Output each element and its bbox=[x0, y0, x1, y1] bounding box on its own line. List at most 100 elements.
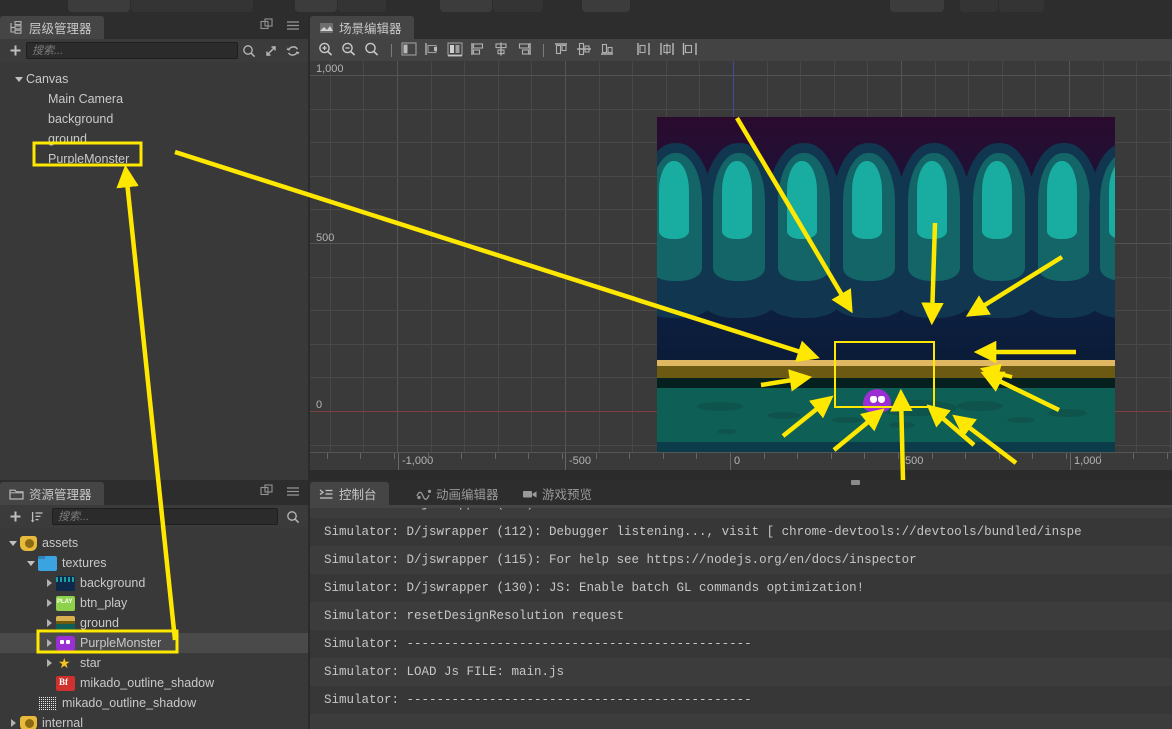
toolbar-button-partial[interactable] bbox=[338, 0, 386, 12]
ruler-tick-minor bbox=[999, 453, 1000, 459]
toolbar-button-partial[interactable] bbox=[493, 0, 543, 12]
tab-game-preview-label: 游戏预览 bbox=[542, 484, 592, 503]
align-middle-icon[interactable] bbox=[574, 41, 596, 59]
grid-line-vertical bbox=[1136, 61, 1137, 470]
tab-scene-editor[interactable]: 场景编辑器 bbox=[310, 16, 414, 39]
search-icon[interactable] bbox=[238, 40, 260, 61]
ground-blob bbox=[1047, 409, 1087, 417]
animation-icon bbox=[416, 487, 431, 501]
ruler-tick-minor bbox=[965, 453, 966, 459]
assets-item-ground[interactable]: ground bbox=[0, 613, 308, 633]
console-log-line[interactable]: Simulator: D/jswrapper (110): libav vers… bbox=[310, 508, 1172, 518]
chevron-right-icon[interactable] bbox=[42, 576, 56, 590]
tab-hierarchy[interactable]: 层级管理器 bbox=[0, 16, 104, 39]
hierarchy-item-ground[interactable]: ground bbox=[0, 129, 308, 149]
add-icon[interactable] bbox=[4, 506, 26, 527]
zoom-out-icon[interactable] bbox=[339, 41, 361, 59]
sort-icon[interactable] bbox=[26, 506, 48, 527]
assets-item-star[interactable]: ★star bbox=[0, 653, 308, 673]
tab-animation-editor[interactable]: 动画编辑器 bbox=[407, 482, 511, 505]
duplicate-panel-icon[interactable] bbox=[260, 18, 274, 32]
hierarchy-search-input[interactable] bbox=[26, 42, 238, 59]
console-log-line[interactable]: Simulator: -----------------------------… bbox=[310, 686, 1172, 714]
hierarchy-tabbar: 层级管理器 bbox=[0, 14, 308, 39]
scene-viewport[interactable]: -1,000-50005001,000 1,0005000 bbox=[310, 61, 1172, 470]
chevron-down-icon[interactable] bbox=[6, 536, 20, 550]
align-right-icon[interactable] bbox=[445, 41, 467, 59]
refresh-icon[interactable] bbox=[282, 40, 304, 61]
scene-console-splitter[interactable] bbox=[851, 480, 860, 485]
toolbar-button-partial[interactable] bbox=[440, 0, 492, 12]
tab-console[interactable]: 控制台 bbox=[310, 482, 389, 505]
search-icon[interactable] bbox=[282, 506, 304, 527]
ruler-x-label: -500 bbox=[569, 455, 591, 467]
console-log-line[interactable]: Simulator: D/jswrapper (112): Debugger l… bbox=[310, 518, 1172, 546]
align-bottom-icon[interactable] bbox=[597, 41, 619, 59]
panel-menu-icon[interactable] bbox=[286, 484, 300, 498]
panel-menu-icon[interactable] bbox=[286, 18, 300, 32]
align-top-icon[interactable] bbox=[551, 41, 573, 59]
assets-search-input[interactable] bbox=[52, 508, 278, 525]
assets-item-textures[interactable]: textures bbox=[0, 553, 308, 573]
align-left-icon[interactable] bbox=[399, 41, 421, 59]
tab-game-preview[interactable]: 游戏预览 bbox=[513, 482, 604, 505]
ground-blob bbox=[767, 412, 801, 419]
game-canvas[interactable] bbox=[657, 117, 1115, 470]
hierarchy-item-canvas[interactable]: Canvas bbox=[0, 69, 308, 89]
align-edge-center-icon[interactable] bbox=[491, 41, 513, 59]
ruler-tick-minor bbox=[394, 453, 395, 459]
ruler-x: -1,000-50005001,000 bbox=[310, 452, 1172, 470]
console-log-line[interactable]: Simulator: D/jswrapper (130): JS: Enable… bbox=[310, 574, 1172, 602]
console-log[interactable]: Simulator: D/jswrapper (110): libav vers… bbox=[310, 508, 1172, 729]
toolbar-button-partial[interactable] bbox=[960, 0, 998, 12]
add-icon[interactable] bbox=[4, 40, 26, 61]
chevron-right-icon[interactable] bbox=[42, 656, 56, 670]
chevron-down-icon[interactable] bbox=[12, 72, 26, 86]
hierarchy-item-purplemonster[interactable]: PurpleMonster bbox=[0, 149, 308, 169]
assets-item-purplemonster[interactable]: PurpleMonster bbox=[0, 633, 308, 653]
console-log-line[interactable]: Simulator: LOAD Js FILE: main.js bbox=[310, 658, 1172, 686]
assets-item-mikado-outline-shadow[interactable]: mikado_outline_shadow bbox=[0, 693, 308, 713]
toolbar-button-partial[interactable] bbox=[582, 0, 630, 12]
ground-blob bbox=[717, 429, 737, 434]
assets-item-mikado-outline-shadow[interactable]: Bfmikado_outline_shadow bbox=[0, 673, 308, 693]
toolbar-button-partial[interactable] bbox=[999, 0, 1044, 12]
chevron-right-icon[interactable] bbox=[6, 716, 20, 729]
toolbar-button-partial[interactable] bbox=[295, 0, 337, 12]
zoom-in-icon[interactable] bbox=[316, 41, 338, 59]
ruler-y-label: 0 bbox=[316, 399, 322, 411]
distribute-left-icon[interactable] bbox=[634, 41, 656, 59]
console-log-line[interactable]: Simulator: D/jswrapper (115): For help s… bbox=[310, 546, 1172, 574]
toolbar-button-partial[interactable] bbox=[68, 0, 130, 12]
assets-tree: assetstextures background PLAYbtn_playgrou… bbox=[0, 528, 308, 729]
toolbar-button-partial[interactable] bbox=[131, 0, 253, 12]
expand-icon[interactable] bbox=[260, 40, 282, 61]
align-center-horizontal-icon[interactable] bbox=[422, 41, 444, 59]
console-log-line[interactable]: Simulator: -----------------------------… bbox=[310, 630, 1172, 658]
tab-assets[interactable]: 资源管理器 bbox=[0, 482, 104, 505]
hierarchy-item-background[interactable]: background bbox=[0, 109, 308, 129]
chevron-right-icon[interactable] bbox=[42, 636, 56, 650]
ruler-tick-minor bbox=[1167, 453, 1168, 459]
assets-item-btn-play[interactable]: PLAYbtn_play bbox=[0, 593, 308, 613]
console-log-line[interactable]: Simulator: resetDesignResolution request bbox=[310, 602, 1172, 630]
hierarchy-item-main-camera[interactable]: Main Camera bbox=[0, 89, 308, 109]
align-edge-left-icon[interactable] bbox=[468, 41, 490, 59]
chevron-right-icon[interactable] bbox=[42, 616, 56, 630]
ruler-tick-minor bbox=[696, 453, 697, 459]
assets-item-assets[interactable]: assets bbox=[0, 533, 308, 553]
distribute-center-icon[interactable] bbox=[657, 41, 679, 59]
ruler-tick-minor bbox=[629, 453, 630, 459]
chevron-right-icon[interactable] bbox=[24, 696, 38, 710]
duplicate-panel-icon[interactable] bbox=[260, 484, 274, 498]
selection-rectangle[interactable] bbox=[834, 341, 935, 408]
toolbar-button-partial[interactable] bbox=[890, 0, 944, 12]
assets-item-label: background bbox=[80, 576, 145, 590]
zoom-reset-icon[interactable] bbox=[362, 41, 384, 59]
chevron-down-icon[interactable] bbox=[24, 556, 38, 570]
assets-item-background[interactable]: background bbox=[0, 573, 308, 593]
assets-item-internal[interactable]: internal bbox=[0, 713, 308, 729]
align-edge-right-icon[interactable] bbox=[514, 41, 536, 59]
chevron-right-icon[interactable] bbox=[42, 596, 56, 610]
distribute-right-icon[interactable] bbox=[680, 41, 702, 59]
